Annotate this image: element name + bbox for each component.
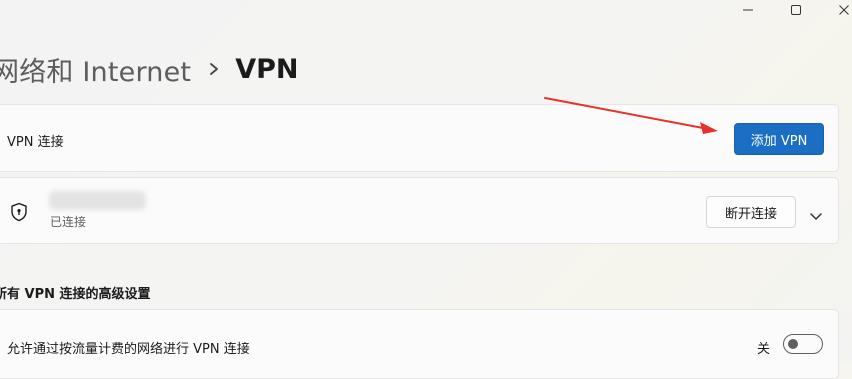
minimize-button[interactable] [728,0,768,20]
vpn-connection-item[interactable]: 已连接 断开连接 [0,177,839,244]
add-vpn-button[interactable]: 添加 VPN [734,123,824,155]
breadcrumb: 网络和 Internet VPN [0,47,298,91]
close-icon [839,5,849,15]
maximize-icon [791,5,801,15]
disconnect-button[interactable]: 断开连接 [706,196,796,228]
close-button[interactable] [824,0,852,20]
toggle-knob [788,339,798,349]
metered-network-setting: 允许通过按流量计费的网络进行 VPN 连接 关 [0,309,839,379]
advanced-settings-header: 所有 VPN 连接的高级设置 [0,287,151,302]
metered-network-label: 允许通过按流量计费的网络进行 VPN 连接 [7,342,250,357]
chevron-right-icon [209,62,219,76]
vpn-connections-card: VPN 连接 添加 VPN [0,104,839,172]
breadcrumb-parent-link[interactable]: 网络和 Internet [0,50,191,89]
maximize-button[interactable] [776,0,816,20]
metered-network-toggle[interactable] [783,334,823,354]
vpn-status-text: 已连接 [50,215,87,229]
minimize-icon [743,9,753,11]
vpn-connections-label: VPN 连接 [7,135,64,150]
toggle-state-label: 关 [757,342,771,357]
shield-lock-icon [10,202,28,226]
page-title: VPN [235,53,299,85]
chevron-down-icon[interactable] [809,207,823,226]
vpn-name-redacted [49,191,146,210]
